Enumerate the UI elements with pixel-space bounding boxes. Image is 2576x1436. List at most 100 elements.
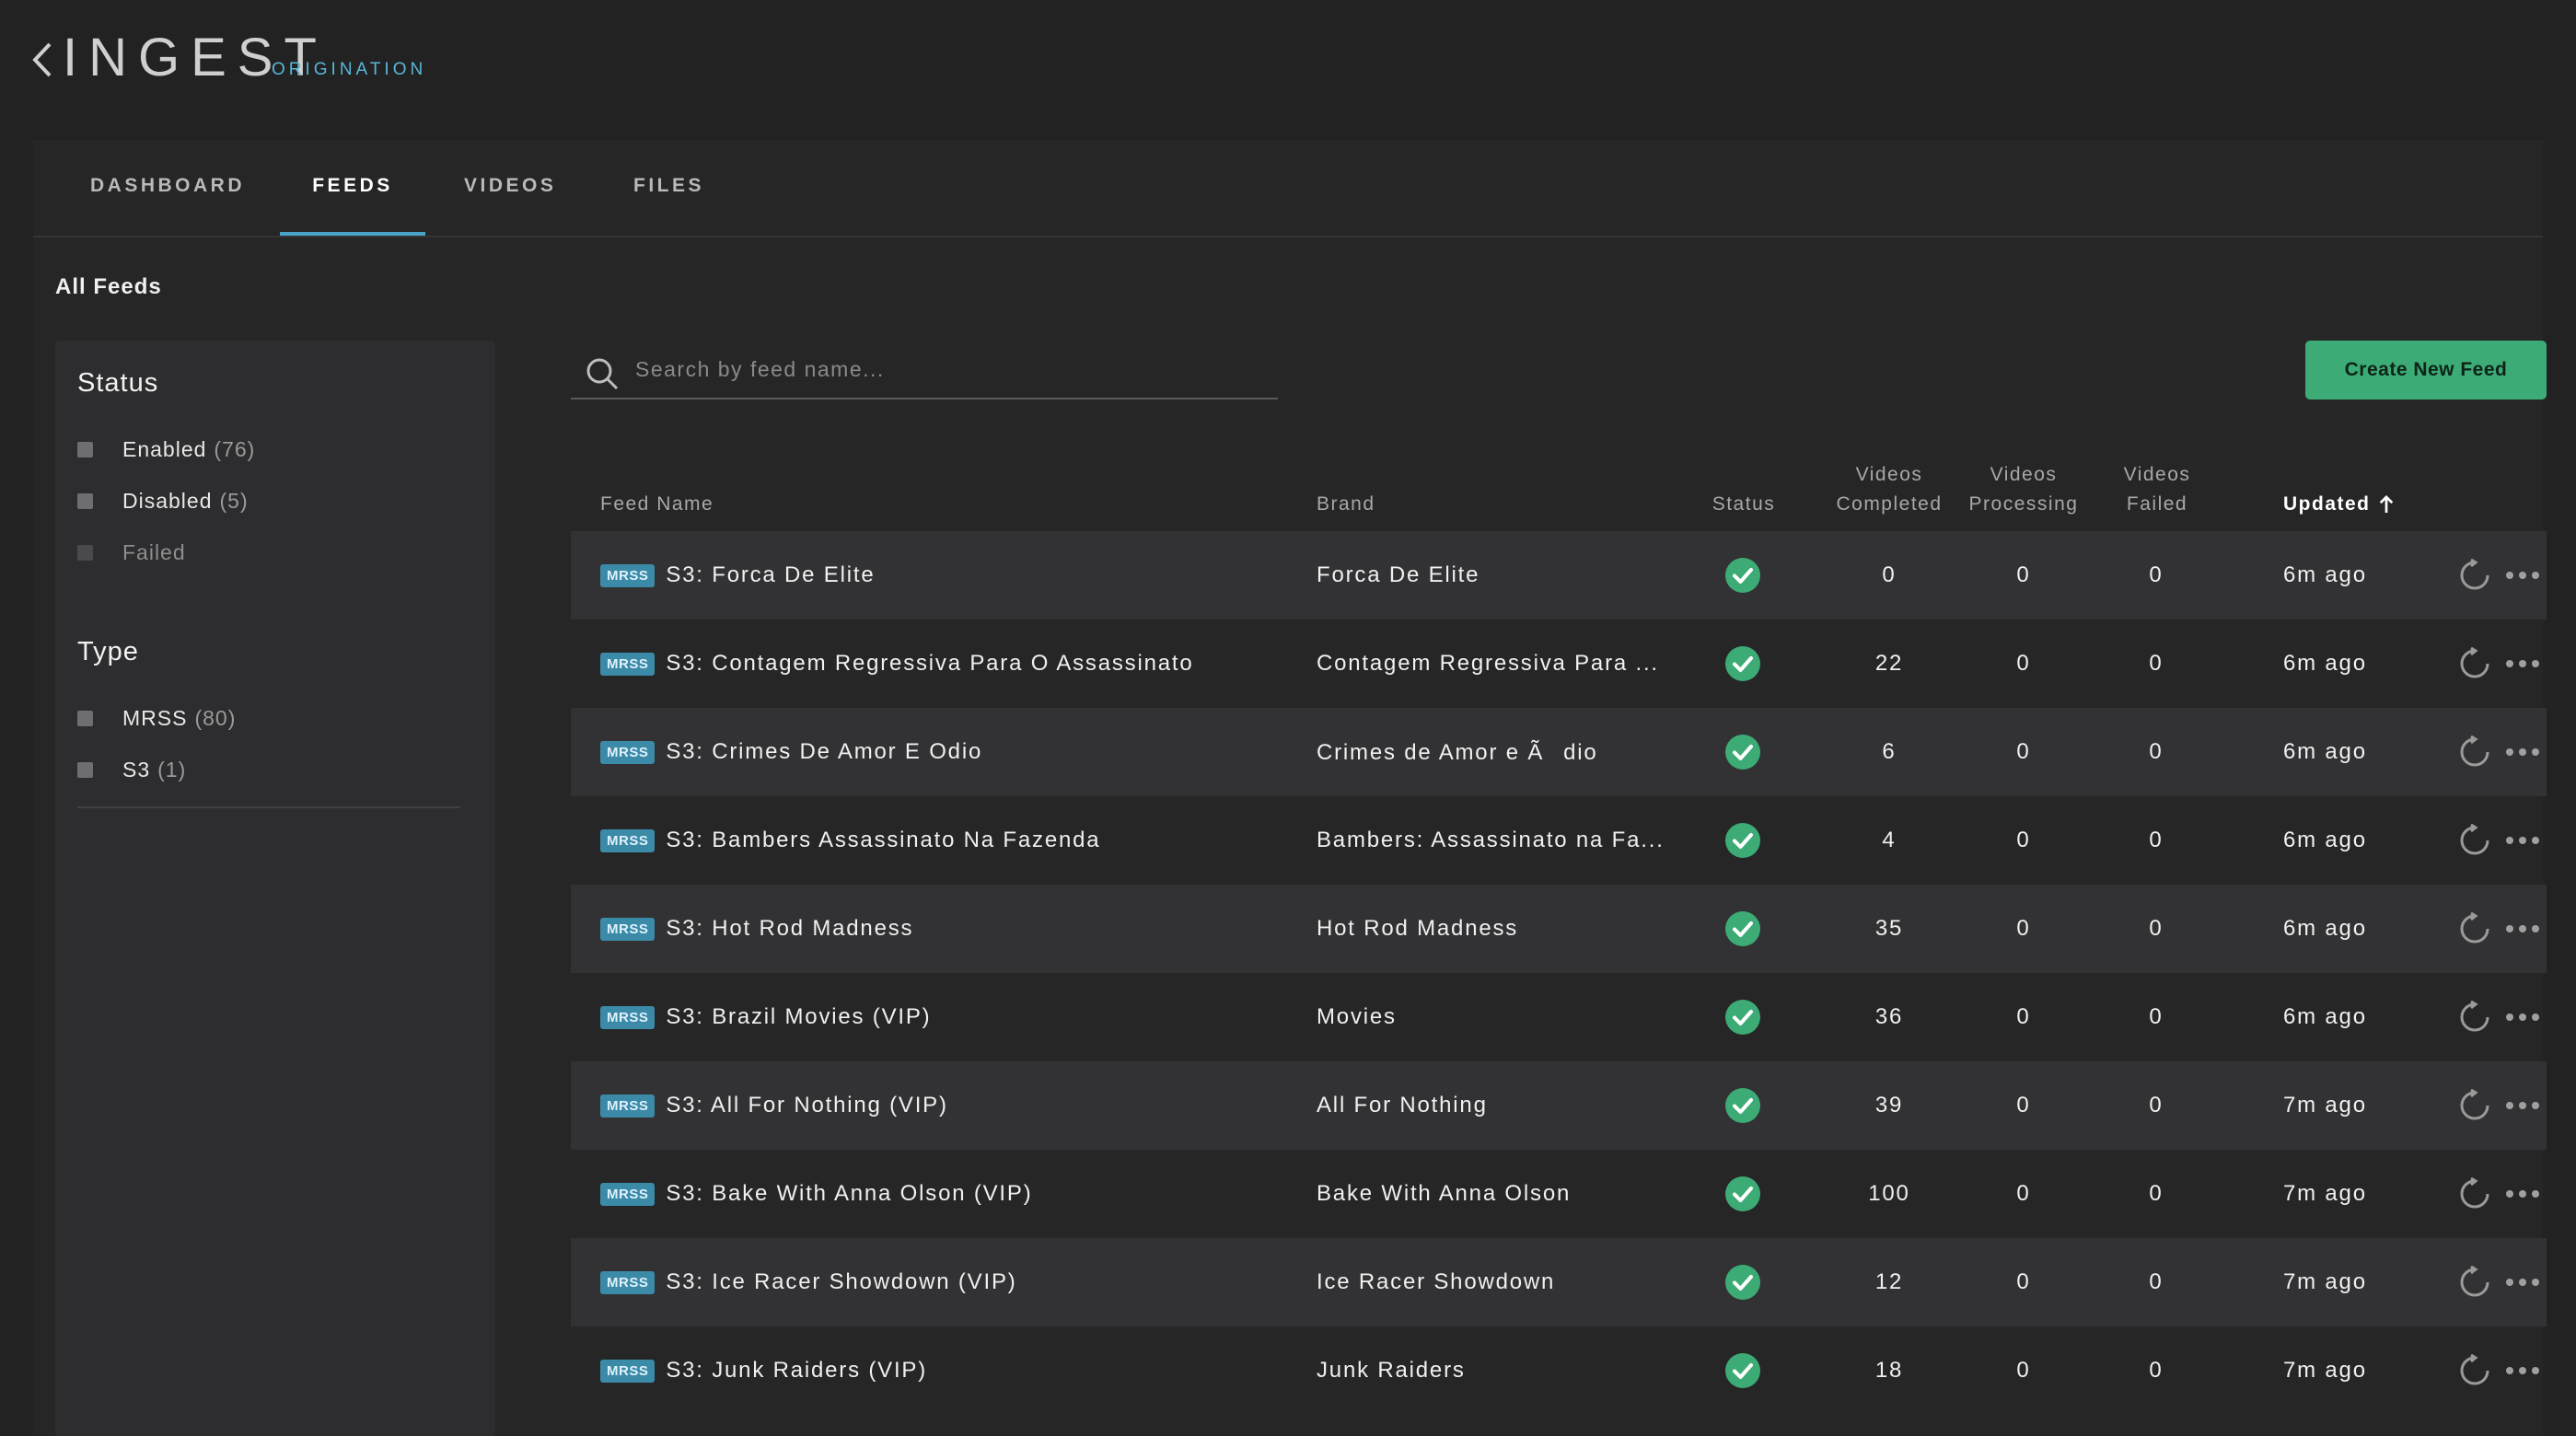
feed-name-cell[interactable]: MRSS S3: All For Nothing (VIP) xyxy=(600,1061,948,1150)
refresh-button[interactable] xyxy=(2458,973,2491,1061)
feed-name: S3: Brazil Movies (VIP) xyxy=(666,1004,932,1029)
checkbox[interactable] xyxy=(77,441,93,457)
column-videos-completed[interactable]: Videos Completed xyxy=(1834,460,1944,519)
more-horizontal-icon[interactable] xyxy=(2504,569,2541,582)
refresh-button[interactable] xyxy=(2458,796,2491,885)
more-actions-button[interactable] xyxy=(2504,620,2541,708)
more-horizontal-icon[interactable] xyxy=(2504,1099,2541,1112)
feed-name: S3: Junk Raiders (VIP) xyxy=(666,1358,928,1383)
refresh-icon[interactable] xyxy=(2458,824,2491,857)
more-horizontal-icon[interactable] xyxy=(2504,746,2541,759)
table-row[interactable]: MRSS S3: Bake With Anna Olson (VIP) Bake… xyxy=(571,1150,2547,1238)
more-actions-button[interactable] xyxy=(2504,1326,2541,1415)
refresh-icon[interactable] xyxy=(2458,1266,2491,1299)
videos-failed-cell: 0 xyxy=(2149,1004,2164,1029)
filter-disabled[interactable]: Disabled (5) xyxy=(77,486,249,515)
search-icon xyxy=(586,358,619,390)
filter-mrss[interactable]: MRSS (80) xyxy=(77,703,236,733)
more-actions-button[interactable] xyxy=(2504,708,2541,796)
table-row[interactable]: MRSS S3: All For Nothing (VIP) All For N… xyxy=(571,1061,2547,1150)
refresh-icon[interactable] xyxy=(2458,559,2491,592)
refresh-button[interactable] xyxy=(2458,1150,2491,1238)
refresh-icon[interactable] xyxy=(2458,647,2491,680)
more-actions-button[interactable] xyxy=(2504,973,2541,1061)
column-updated[interactable]: Updated xyxy=(2283,490,2395,519)
type-badge: MRSS xyxy=(600,1005,656,1029)
check-circle-icon xyxy=(1725,1265,1760,1300)
more-horizontal-icon[interactable] xyxy=(2504,1364,2541,1377)
feed-name-cell[interactable]: MRSS S3: Bambers Assassinato Na Fazenda xyxy=(600,796,1100,885)
videos-completed-cell: 12 xyxy=(1874,1269,1904,1294)
checkbox[interactable] xyxy=(77,761,93,778)
table-row[interactable]: MRSS S3: Ice Racer Showdown (VIP) Ice Ra… xyxy=(571,1238,2547,1326)
more-horizontal-icon[interactable] xyxy=(2504,657,2541,670)
refresh-icon[interactable] xyxy=(2458,912,2491,945)
table-row[interactable]: MRSS S3: Junk Raiders (VIP) Junk Raiders… xyxy=(571,1326,2547,1415)
more-horizontal-icon[interactable] xyxy=(2504,1011,2541,1024)
table-row[interactable]: MRSS S3: Brazil Movies (VIP) Movies 36 0… xyxy=(571,973,2547,1061)
more-actions-button[interactable] xyxy=(2504,1150,2541,1238)
column-videos-processing[interactable]: Videos Processing xyxy=(1959,460,2088,519)
create-new-feed-button[interactable]: Create New Feed xyxy=(2305,341,2547,400)
chevron-left-icon[interactable] xyxy=(29,37,57,83)
more-horizontal-icon[interactable] xyxy=(2504,922,2541,935)
updated-cell: 7m ago xyxy=(2283,1269,2367,1294)
table-row[interactable]: MRSS S3: Bambers Assassinato Na Fazenda … xyxy=(571,796,2547,885)
table-row[interactable]: MRSS S3: Forca De Elite Forca De Elite 0… xyxy=(571,531,2547,620)
refresh-button[interactable] xyxy=(2458,708,2491,796)
more-actions-button[interactable] xyxy=(2504,1061,2541,1150)
refresh-icon[interactable] xyxy=(2458,1354,2491,1387)
refresh-button[interactable] xyxy=(2458,885,2491,973)
check-circle-icon xyxy=(1725,1000,1760,1035)
brand-cell: Hot Rod Madness xyxy=(1317,916,1519,941)
brand-cell: Crimes de Amor e Ãdio xyxy=(1317,739,1598,765)
refresh-button[interactable] xyxy=(2458,531,2491,620)
tab-dashboard[interactable]: DASHBOARD xyxy=(90,175,242,236)
more-actions-button[interactable] xyxy=(2504,885,2541,973)
brand-cell: All For Nothing xyxy=(1317,1093,1488,1118)
column-status[interactable]: Status xyxy=(1698,490,1790,519)
filter-failed[interactable]: Failed xyxy=(77,538,186,567)
refresh-button[interactable] xyxy=(2458,620,2491,708)
more-horizontal-icon[interactable] xyxy=(2504,1187,2541,1200)
refresh-button[interactable] xyxy=(2458,1061,2491,1150)
feed-name-cell[interactable]: MRSS S3: Contagem Regressiva Para O Assa… xyxy=(600,620,1194,708)
more-actions-button[interactable] xyxy=(2504,531,2541,620)
refresh-icon[interactable] xyxy=(2458,735,2491,769)
videos-failed-cell: 0 xyxy=(2149,651,2164,676)
table-row[interactable]: MRSS S3: Contagem Regressiva Para O Assa… xyxy=(571,620,2547,708)
more-actions-button[interactable] xyxy=(2504,796,2541,885)
refresh-button[interactable] xyxy=(2458,1326,2491,1415)
column-feed-name[interactable]: Feed Name xyxy=(600,490,714,519)
feed-name-cell[interactable]: MRSS S3: Ice Racer Showdown (VIP) xyxy=(600,1238,1017,1326)
feed-name-cell[interactable]: MRSS S3: Hot Rod Madness xyxy=(600,885,913,973)
search-input[interactable] xyxy=(633,350,1263,388)
checkbox[interactable] xyxy=(77,492,93,509)
refresh-button[interactable] xyxy=(2458,1238,2491,1326)
refresh-icon[interactable] xyxy=(2458,1001,2491,1034)
checkbox[interactable] xyxy=(77,544,93,561)
feed-name-cell[interactable]: MRSS S3: Brazil Movies (VIP) xyxy=(600,973,931,1061)
table-row[interactable]: MRSS S3: Hot Rod Madness Hot Rod Madness… xyxy=(571,885,2547,973)
column-videos-failed[interactable]: Videos Failed xyxy=(2106,460,2208,519)
more-horizontal-icon[interactable] xyxy=(2504,834,2541,847)
filter-s3[interactable]: S3 (1) xyxy=(77,755,186,784)
videos-completed-cell: 22 xyxy=(1874,651,1904,676)
table-row[interactable]: MRSS S3: Crimes De Amor E Odio Crimes de… xyxy=(571,708,2547,796)
tab-videos[interactable]: VIDEOS xyxy=(464,175,553,236)
status-cell xyxy=(1725,1061,1760,1150)
feed-name-cell[interactable]: MRSS S3: Junk Raiders (VIP) xyxy=(600,1326,927,1415)
filter-enabled[interactable]: Enabled (76) xyxy=(77,434,255,464)
tab-feeds[interactable]: FEEDS xyxy=(280,175,425,236)
refresh-icon[interactable] xyxy=(2458,1177,2491,1210)
feed-name-cell[interactable]: MRSS S3: Forca De Elite xyxy=(600,531,876,620)
checkbox[interactable] xyxy=(77,710,93,726)
column-brand[interactable]: Brand xyxy=(1317,490,1375,519)
feed-name: S3: Ice Racer Showdown (VIP) xyxy=(666,1269,1017,1294)
tab-files[interactable]: FILES xyxy=(633,175,702,236)
feed-name-cell[interactable]: MRSS S3: Bake With Anna Olson (VIP) xyxy=(600,1150,1033,1238)
more-actions-button[interactable] xyxy=(2504,1238,2541,1326)
feed-name-cell[interactable]: MRSS S3: Crimes De Amor E Odio xyxy=(600,708,982,796)
more-horizontal-icon[interactable] xyxy=(2504,1276,2541,1289)
refresh-icon[interactable] xyxy=(2458,1089,2491,1122)
